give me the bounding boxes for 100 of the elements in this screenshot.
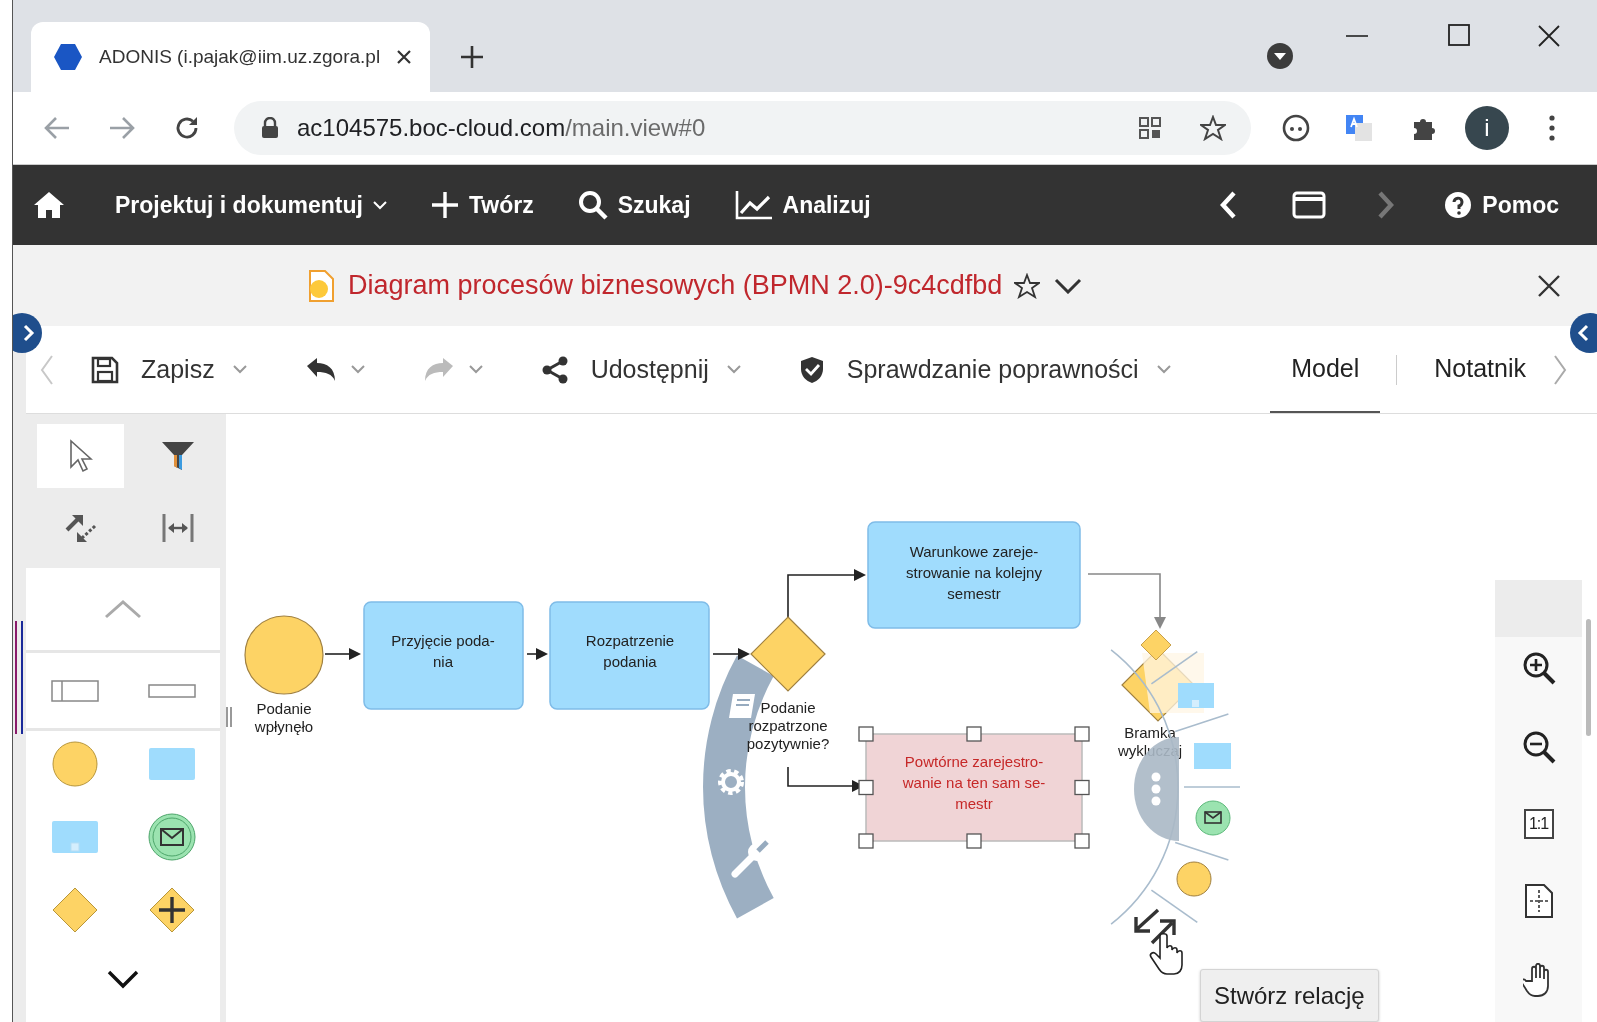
undo-arrow-icon (304, 356, 337, 383)
close-icon[interactable] (1537, 24, 1561, 48)
window-icon[interactable] (1292, 191, 1327, 219)
document-icon (308, 269, 334, 302)
menu-divider (1150, 889, 1199, 924)
resize-handle[interactable] (858, 833, 874, 849)
undo-button[interactable] (304, 356, 365, 383)
caret-icon (468, 365, 483, 374)
share-button[interactable]: Udostępnij (540, 355, 741, 384)
resize-handle[interactable] (966, 833, 982, 849)
line-chart-icon (734, 190, 773, 220)
zoom-in-icon[interactable] (1521, 651, 1556, 685)
close-icon[interactable] (1537, 273, 1561, 298)
filter-icon (160, 440, 195, 472)
resize-handle[interactable] (1074, 833, 1090, 849)
task-label: Powtórne zarejestro- wanie na ten sam se- mestr (902, 753, 1046, 812)
caret-icon (1156, 365, 1171, 374)
redo-arrow-icon (422, 356, 455, 383)
resize-handle[interactable] (858, 779, 874, 796)
start-event[interactable] (244, 615, 324, 695)
address-bar[interactable]: ac104575.boc-cloud.com/main.view#0 (234, 101, 1251, 155)
chevron-down-icon[interactable] (107, 969, 139, 989)
resize-handle[interactable] (858, 726, 874, 742)
zoom-out-icon[interactable] (1521, 730, 1556, 764)
actual-size-button[interactable]: 1:1 (1523, 809, 1554, 839)
task[interactable] (549, 601, 710, 710)
chevron-right-icon (23, 324, 35, 342)
gateway[interactable] (750, 616, 826, 692)
forward-arrow-icon[interactable] (109, 116, 135, 140)
help-button[interactable]: Pomoc (1444, 191, 1559, 219)
chevron-down-icon[interactable] (1054, 277, 1083, 294)
star-icon[interactable] (1014, 272, 1041, 299)
dots-icon (1151, 772, 1161, 806)
qr-code-icon[interactable] (1138, 116, 1162, 140)
menu-divider (1150, 650, 1199, 685)
task[interactable] (865, 733, 1083, 842)
sequence-flow-arrow (324, 648, 361, 660)
hand-cursor-icon (1149, 932, 1183, 975)
save-button[interactable]: Zapisz (91, 355, 247, 384)
star-icon[interactable] (1200, 115, 1226, 141)
back-arrow-icon[interactable] (44, 116, 70, 140)
shield-icon (798, 355, 825, 384)
circle-icon[interactable] (1176, 861, 1212, 897)
splitter-handle[interactable] (15, 621, 23, 734)
extension-icon[interactable] (1282, 114, 1310, 142)
task[interactable] (867, 521, 1081, 629)
fit-page-icon[interactable] (1523, 884, 1554, 918)
validate-button[interactable]: Sprawdzanie poprawności (798, 355, 1171, 384)
caret-icon (726, 365, 741, 374)
profile-avatar[interactable]: i (1465, 106, 1509, 150)
search-icon (577, 190, 608, 220)
diamond-icon[interactable] (51, 887, 98, 933)
more-icon[interactable] (1549, 115, 1555, 141)
chevron-left-icon (1577, 324, 1589, 342)
nav-button[interactable]: Szukaj (577, 190, 691, 220)
share-icon (540, 355, 569, 384)
resize-handle[interactable] (1074, 779, 1090, 796)
nav-button[interactable]: Twórz (430, 191, 534, 219)
task-label: Rozpatrzenie podania (585, 632, 675, 670)
url-text: ac104575.boc-cloud.com/main.view#0 (297, 114, 706, 142)
menu-divider (1174, 841, 1230, 861)
gateway-label: Podanie rozpatrzone pozytywnie? (746, 699, 830, 752)
sequence-flow-arrow (526, 648, 548, 660)
browser-tab[interactable]: ADONIS (i.pajak@iim.uz.zgora.pl (31, 22, 431, 92)
nav-button[interactable]: Analizuj (734, 190, 871, 220)
lock-icon[interactable] (261, 117, 279, 139)
menu-button[interactable]: Projektuj i dokumentuj (115, 191, 387, 219)
fit-width-icon (160, 512, 195, 544)
hexagon-icon (53, 43, 83, 71)
envelope-icon[interactable] (147, 813, 196, 861)
caret-icon (350, 365, 365, 374)
help-icon (1444, 191, 1473, 219)
chevron-down-icon (372, 200, 387, 210)
task-label: Warunkowe zareje- strowanie na kolejny semestr (906, 543, 1042, 602)
caret-icon (232, 365, 247, 374)
event-label: Podanie wpłynęło (254, 700, 314, 735)
envelope-icon[interactable] (1195, 800, 1231, 836)
plus-icon (430, 191, 459, 219)
tab[interactable]: Notatnik (1413, 326, 1547, 413)
dropdown-icon[interactable] (1266, 42, 1294, 70)
menu-divider (1174, 713, 1230, 733)
reload-icon[interactable] (174, 115, 200, 141)
task[interactable] (363, 601, 524, 710)
plus-icon[interactable] (460, 45, 485, 69)
task-label: Przyjęcie poda- nia (391, 632, 495, 670)
resize-handle[interactable] (966, 726, 982, 742)
cursor-icon (68, 439, 93, 473)
select-tool-button[interactable] (37, 424, 124, 488)
arrows-icon (63, 512, 98, 544)
save-icon (91, 355, 119, 384)
home-icon[interactable] (33, 190, 65, 220)
resize-handle[interactable] (1074, 726, 1090, 742)
plus-diamond-icon[interactable] (148, 887, 195, 933)
arrows-icon[interactable] (1134, 908, 1176, 945)
scrollbar[interactable] (1586, 619, 1591, 736)
maximize-icon[interactable] (1448, 24, 1470, 46)
close-icon[interactable] (396, 49, 413, 65)
menu-divider (1183, 786, 1241, 788)
translate-icon[interactable] (1345, 114, 1373, 142)
model-title: Diagram procesów biznesowych (BPMN 2.0)-9c4cdfbd (348, 270, 1003, 301)
